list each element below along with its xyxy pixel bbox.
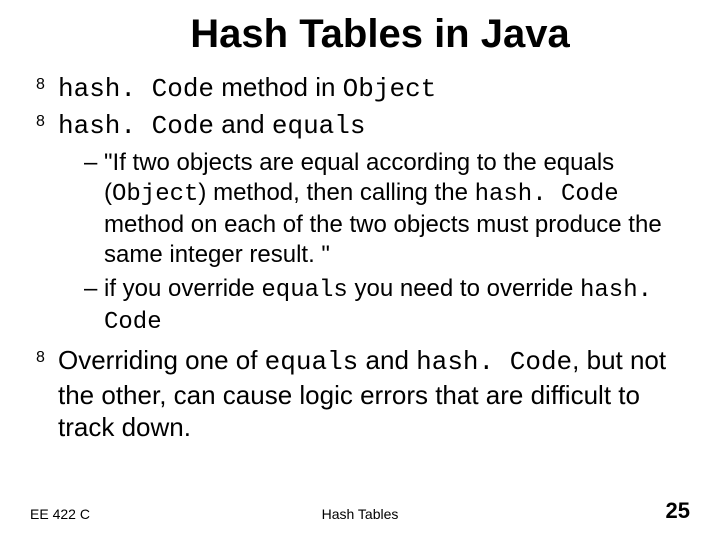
bullet-icon: 8 <box>36 114 45 130</box>
bullet-2: 8 hash. Code and equals – "If two object… <box>36 108 690 339</box>
body-text: Overriding one of <box>58 345 265 375</box>
footer: EE 422 C Hash Tables 25 <box>30 498 690 522</box>
bullet-list: 8 hash. Code method in Object 8 hash. Co… <box>30 71 690 444</box>
bullet-icon: 8 <box>36 77 45 93</box>
body-text: and <box>214 109 272 139</box>
body-text: method in <box>214 72 343 102</box>
code-text: equals <box>261 277 347 304</box>
sub-bullet-2: – if you override equals you need to ove… <box>84 274 690 338</box>
sub-list: – "If two objects are equal according to… <box>58 148 690 338</box>
body-text: you need to override <box>348 275 580 302</box>
code-text: hash. Code <box>416 347 572 377</box>
bullet-1: 8 hash. Code method in Object <box>36 71 690 106</box>
code-text: equals <box>265 347 359 377</box>
dash-icon: – <box>84 148 97 178</box>
bullet-3: 8 Overriding one of equals and hash. Cod… <box>36 344 690 444</box>
code-text: hash. Code <box>58 111 214 141</box>
slide: Hash Tables in Java 8 hash. Code method … <box>0 0 720 540</box>
dash-icon: – <box>84 274 97 304</box>
code-text: hash. Code <box>475 181 619 208</box>
sub-bullet-1: – "If two objects are equal according to… <box>84 148 690 270</box>
bullet-icon: 8 <box>36 350 45 366</box>
body-text: if you override <box>104 275 261 302</box>
body-text: and <box>358 345 416 375</box>
slide-title: Hash Tables in Java <box>70 12 690 57</box>
code-text: Object <box>112 181 198 208</box>
code-text: hash. Code <box>58 74 214 104</box>
footer-center: Hash Tables <box>322 506 399 522</box>
code-text: equals <box>272 111 366 141</box>
code-text: Object <box>343 74 437 104</box>
body-text: method on each of the two objects must p… <box>104 211 662 268</box>
body-text: ) method, then calling the <box>198 179 474 206</box>
footer-left: EE 422 C <box>30 506 90 522</box>
page-number: 25 <box>666 498 690 524</box>
